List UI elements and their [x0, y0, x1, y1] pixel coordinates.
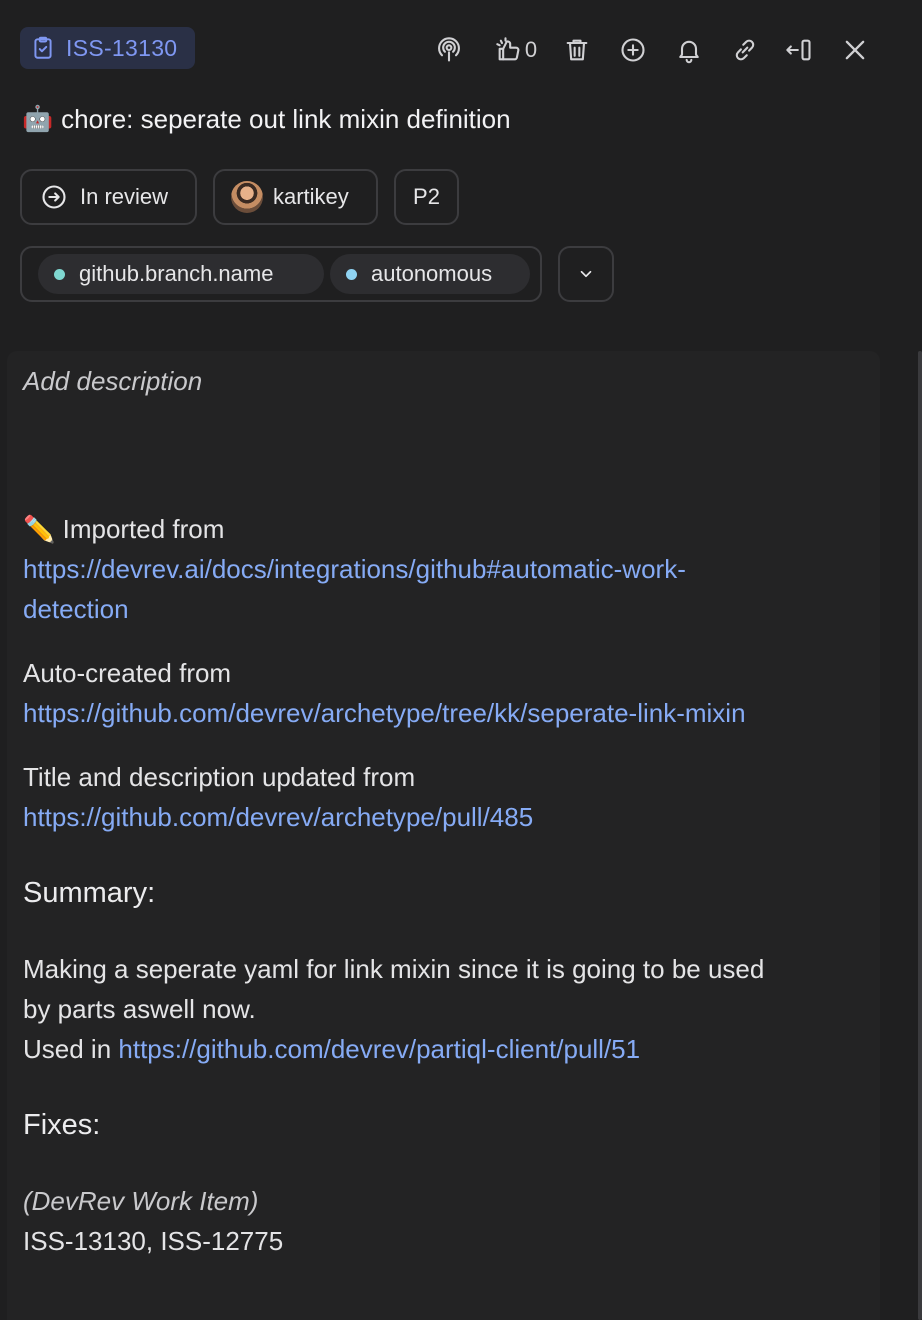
imported-from-label: ✏️ Imported from [23, 514, 225, 544]
item-title-text: chore: seperate out link mixin definitio… [61, 104, 511, 134]
robot-emoji-icon: 🤖 [22, 105, 54, 133]
chevron-down-icon [580, 270, 592, 278]
podcast-button[interactable] [430, 28, 468, 72]
status-label: In review [80, 184, 169, 209]
tag-color-dot [54, 268, 65, 280]
auto-created-link[interactable]: https://github.com/devrev/archetype/tree… [23, 693, 746, 733]
updated-from-link[interactable]: https://github.com/devrev/archetype/pull… [23, 797, 533, 837]
summary-line-2: by parts aswell now. [23, 994, 256, 1024]
item-id-text: ISS-13130 [66, 34, 178, 61]
updated-from-label: Title and description updated from [23, 762, 416, 792]
priority-chip[interactable]: P2 [394, 169, 459, 225]
summary-heading: Summary: [23, 877, 156, 909]
item-id-badge[interactable]: ISS-13130 [20, 27, 195, 69]
thumbs-up-sparkle-icon [496, 37, 520, 61]
imported-link-line-2[interactable]: detection [23, 589, 129, 629]
close-button[interactable] [838, 28, 872, 72]
assignee-name: kartikey [273, 184, 349, 209]
bell-icon [679, 40, 699, 64]
podcast-icon [438, 37, 460, 62]
link-icon [735, 39, 755, 61]
upvote-button[interactable]: 0 [492, 28, 540, 72]
delete-button[interactable] [560, 28, 594, 72]
copy-link-button[interactable] [728, 28, 762, 72]
tag-autonomous[interactable]: autonomous [330, 254, 530, 294]
tag-label: autonomous [371, 261, 493, 286]
used-in-label: Used in [23, 1034, 119, 1064]
imported-link-line-1[interactable]: https://devrev.ai/docs/integrations/gith… [23, 549, 686, 589]
priority-label: P2 [413, 184, 440, 209]
scrollbar[interactable] [918, 351, 922, 1320]
add-circle-icon [621, 38, 645, 62]
upvote-count: 0 [524, 37, 538, 62]
work-item-panel: ISS-13130 0 🤖 chore: seperate out link m… [0, 0, 922, 1320]
tag-color-dot [346, 268, 357, 280]
fixes-note: (DevRev Work Item) [23, 1186, 259, 1216]
fixes-heading: Fixes: [23, 1109, 101, 1141]
trash-icon [566, 39, 588, 61]
expand-fields-button[interactable] [558, 246, 614, 302]
auto-created-label: Auto-created from [23, 658, 232, 688]
avatar [231, 181, 263, 213]
assignee-chip[interactable]: kartikey [213, 169, 378, 225]
collapse-panel-icon [786, 39, 811, 61]
item-title[interactable]: 🤖 chore: seperate out link mixin definit… [22, 104, 511, 135]
close-icon [845, 40, 865, 60]
fixes-items: ISS-13130, ISS-12775 [23, 1226, 284, 1256]
subscribe-button[interactable] [672, 28, 706, 72]
status-chip[interactable]: In review [20, 169, 197, 225]
description-placeholder[interactable]: Add description [23, 361, 202, 401]
clipboard-check-icon [34, 36, 52, 59]
used-in-line: Used in https://github.com/devrev/partiq… [23, 1029, 640, 1069]
used-in-link[interactable]: https://github.com/devrev/partiql-client… [118, 1034, 640, 1064]
tag-label: github.branch.name [79, 261, 274, 286]
summary-line-1: Making a seperate yaml for link mixin si… [23, 954, 765, 984]
collapse-panel-button[interactable] [782, 28, 816, 72]
arrow-right-circle-icon [42, 185, 66, 209]
tag-github-branch-name[interactable]: github.branch.name [38, 254, 324, 294]
tags-container: github.branch.name autonomous [20, 246, 542, 302]
add-button[interactable] [616, 28, 650, 72]
